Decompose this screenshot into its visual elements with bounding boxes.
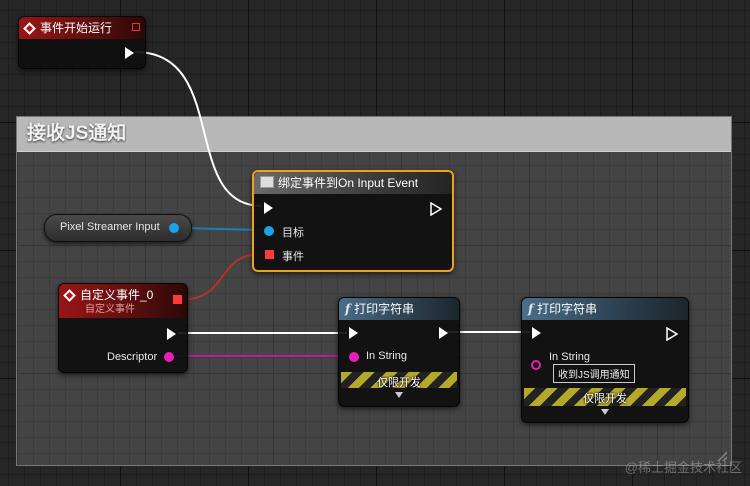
node-title: 绑定事件到On Input Event bbox=[278, 176, 419, 190]
function-icon: f bbox=[528, 302, 534, 316]
descriptor-label: Descriptor bbox=[107, 351, 158, 363]
in-string-input-pin[interactable] bbox=[531, 360, 541, 370]
target-input-pin[interactable] bbox=[264, 226, 274, 236]
begin-play-node[interactable]: 事件开始运行 bbox=[18, 16, 146, 69]
exec-output-pin[interactable] bbox=[125, 47, 134, 59]
descriptor-output-pin[interactable] bbox=[164, 352, 174, 362]
print-string-node-1[interactable]: f 打印字符串 In String 仅限开发 bbox=[338, 297, 460, 407]
delegate-output-pin[interactable] bbox=[132, 23, 140, 31]
in-string-label: In String bbox=[549, 351, 590, 363]
exec-output-pin[interactable] bbox=[430, 202, 442, 216]
comment-title[interactable]: 接收JS通知 bbox=[17, 117, 731, 152]
exec-output-pin[interactable] bbox=[666, 327, 678, 341]
node-title: 自定义事件_0 bbox=[80, 288, 154, 302]
in-string-input-pin[interactable] bbox=[349, 352, 359, 362]
event-diamond-icon bbox=[23, 22, 36, 35]
exec-input-pin[interactable] bbox=[532, 327, 541, 339]
event-label: 事件 bbox=[282, 251, 304, 263]
development-only-label: 仅限开发 bbox=[583, 393, 627, 405]
event-diamond-icon bbox=[63, 289, 76, 302]
node-title: 事件开始运行 bbox=[40, 21, 113, 35]
expand-chevron-icon[interactable] bbox=[395, 392, 403, 398]
exec-input-pin[interactable] bbox=[264, 202, 273, 214]
bind-event-node[interactable]: 绑定事件到On Input Event 目标 事件 bbox=[252, 170, 454, 272]
watermark: @稀土掘金技术社区 bbox=[624, 460, 742, 475]
target-label: 目标 bbox=[282, 227, 304, 239]
node-title: 打印字符串 bbox=[354, 302, 415, 316]
in-string-input[interactable]: 收到JS调用通知 bbox=[553, 364, 635, 383]
pixel-streamer-input-variable[interactable]: Pixel Streamer Input bbox=[44, 214, 192, 242]
function-icon: f bbox=[345, 302, 351, 316]
bind-event-icon bbox=[260, 176, 274, 188]
exec-output-pin[interactable] bbox=[167, 328, 176, 340]
exec-output-pin[interactable] bbox=[439, 327, 448, 339]
custom-event-node[interactable]: 自定义事件_0 自定义事件 Descriptor bbox=[58, 283, 188, 373]
print-string-node-2[interactable]: f 打印字符串 In String 收到JS调用通知 仅限开发 bbox=[521, 297, 689, 423]
in-string-label: In String bbox=[366, 350, 407, 362]
development-only-label: 仅限开发 bbox=[377, 377, 421, 389]
exec-input-pin[interactable] bbox=[349, 327, 358, 339]
event-input-pin[interactable] bbox=[265, 250, 274, 259]
object-output-pin[interactable] bbox=[169, 223, 179, 233]
node-subtitle: 自定义事件 bbox=[85, 304, 135, 315]
delegate-output-pin[interactable] bbox=[173, 295, 182, 304]
node-title: 打印字符串 bbox=[537, 302, 598, 316]
variable-label: Pixel Streamer Input bbox=[60, 221, 160, 233]
expand-chevron-icon[interactable] bbox=[601, 409, 609, 415]
